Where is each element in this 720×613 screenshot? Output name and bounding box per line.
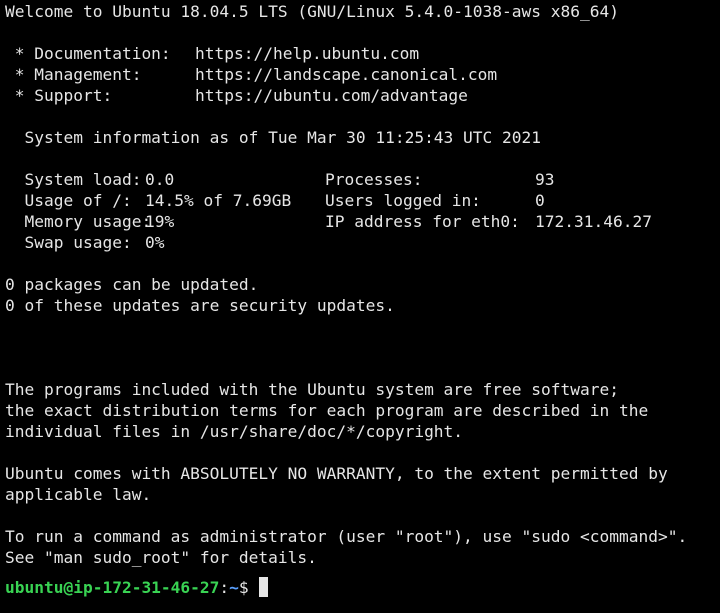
sudo-note-line: To run a command as administrator (user … bbox=[5, 527, 688, 546]
command-prompt[interactable]: ubuntu@ip-172-31-46-27:~$ bbox=[5, 577, 720, 598]
updates-line: 0 of these updates are security updates. bbox=[5, 296, 395, 315]
stat-row: System load: 0.0 Processes: 93 bbox=[5, 169, 720, 190]
link-row-support: * Support: https://ubuntu.com/advantage bbox=[5, 85, 720, 106]
stat-label-2: Processes: bbox=[325, 170, 423, 189]
updates-line: 0 packages can be updated. bbox=[5, 275, 259, 294]
license-line: individual files in /usr/share/doc/*/cop… bbox=[5, 422, 464, 441]
link-url: https://help.ubuntu.com bbox=[195, 44, 420, 63]
stat-value: 14.5% of 7.69GB bbox=[145, 191, 292, 210]
link-url: https://ubuntu.com/advantage bbox=[195, 86, 468, 105]
link-url: https://landscape.canonical.com bbox=[195, 65, 498, 84]
welcome-line: Welcome to Ubuntu 18.04.5 LTS (GNU/Linux… bbox=[5, 2, 619, 21]
stat-value-2: 172.31.46.27 bbox=[535, 212, 652, 231]
stat-row: Usage of /: 14.5% of 7.69GB Users logged i… bbox=[5, 190, 720, 211]
link-label: * Documentation: bbox=[5, 44, 171, 63]
prompt-colon: : bbox=[219, 578, 230, 597]
license-line: the exact distribution terms for each pr… bbox=[5, 401, 649, 420]
sysinfo-heading: System information as of Tue Mar 30 11:2… bbox=[5, 128, 542, 147]
prompt-user-host: ubuntu@ip-172-31-46-27 bbox=[5, 578, 220, 597]
link-row-documentation: * Documentation: https://help.ubuntu.com bbox=[5, 43, 720, 64]
stat-label-2: IP address for eth0: bbox=[325, 212, 520, 231]
stat-label: Memory usage: bbox=[5, 212, 152, 231]
stat-value-2: 0 bbox=[535, 191, 545, 210]
stat-row: Swap usage: 0% bbox=[5, 232, 720, 253]
link-row-management: * Management: https://landscape.canonical… bbox=[5, 64, 720, 85]
link-label: * Management: bbox=[5, 65, 142, 84]
prompt-symbol: $ bbox=[238, 578, 259, 597]
prompt-path: ~ bbox=[229, 578, 239, 597]
sudo-note-line: See "man sudo_root" for details. bbox=[5, 548, 317, 567]
link-label: * Support: bbox=[5, 86, 113, 105]
license-line: The programs included with the Ubuntu sy… bbox=[5, 380, 619, 399]
stat-value-2: 93 bbox=[535, 170, 555, 189]
warranty-line: applicable law. bbox=[5, 485, 152, 504]
stat-label-2: Users logged in: bbox=[325, 191, 481, 210]
stat-value: 19% bbox=[145, 212, 175, 231]
stat-label: Swap usage: bbox=[5, 233, 132, 252]
stat-value: 0% bbox=[145, 233, 165, 252]
warranty-line: Ubuntu comes with ABSOLUTELY NO WARRANTY… bbox=[5, 464, 668, 483]
stat-value: 0.0 bbox=[145, 170, 175, 189]
stat-label: Usage of /: bbox=[5, 191, 132, 210]
stat-row: Memory usage:19% IP address for eth0: 172.… bbox=[5, 211, 720, 232]
stat-label: System load: bbox=[5, 170, 142, 189]
terminal-window[interactable]: Welcome to Ubuntu 18.04.5 LTS (GNU/Linux… bbox=[0, 0, 720, 613]
text-cursor[interactable] bbox=[259, 577, 269, 597]
